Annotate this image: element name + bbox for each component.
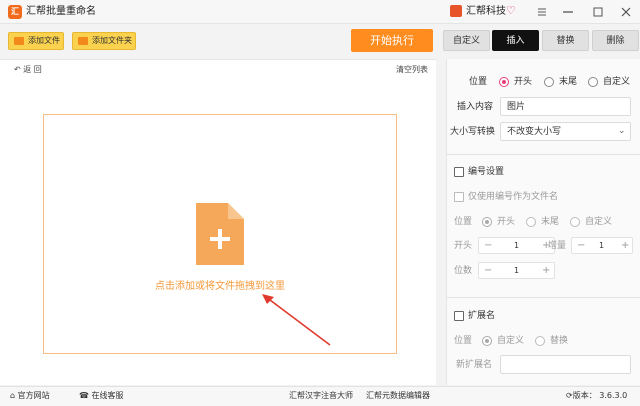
case-convert-select[interactable]: 不改变大小写 ⌄: [500, 122, 631, 141]
app-logo: 汇: [8, 5, 22, 19]
start-number-value: 1: [514, 241, 520, 250]
heart-icon[interactable]: ♡: [506, 3, 516, 19]
version-info: ⟳版本： 3.6.3.0: [566, 390, 627, 402]
pin-icon[interactable]: [560, 4, 576, 20]
increment-icon[interactable]: +: [621, 238, 629, 253]
decrement-icon[interactable]: −: [484, 238, 492, 253]
numbering-position-end-label: 末尾: [541, 217, 560, 227]
case-convert-value: 不改变大小写: [507, 127, 562, 137]
step-stepper[interactable]: − 1 +: [571, 237, 633, 254]
start-number-label: 开头: [454, 241, 473, 251]
numbering-position-custom-label: 自定义: [585, 217, 613, 227]
tab-custom[interactable]: 自定义: [443, 30, 490, 51]
refresh-icon[interactable]: ⟳: [566, 391, 573, 400]
add-folder-button[interactable]: 添加文件夹: [72, 32, 136, 50]
step-value: 1: [599, 241, 605, 250]
home-icon: ⌂: [10, 391, 18, 400]
start-button[interactable]: 开始执行: [351, 29, 433, 52]
support-link[interactable]: ☎ 在线客服: [79, 390, 124, 402]
metadata-tool-link[interactable]: 汇帮元数据编辑器: [366, 390, 430, 402]
add-file-icon: [14, 37, 24, 45]
numbering-position-start-label: 开头: [497, 217, 516, 227]
insert-content-value: 图片: [507, 102, 526, 112]
pointer-arrow-icon: [262, 294, 331, 346]
website-label: 官方网站: [17, 391, 50, 400]
back-button[interactable]: ↶ 返 回: [14, 64, 42, 76]
add-file-label: 添加文件: [28, 36, 60, 45]
tab-replace[interactable]: 替换: [542, 30, 589, 51]
maximize-button[interactable]: [590, 4, 606, 20]
close-button[interactable]: [618, 4, 634, 20]
start-number-stepper[interactable]: − 1 +: [478, 237, 555, 254]
extension-replace-radio[interactable]: [535, 336, 545, 346]
digits-value: 1: [514, 266, 520, 275]
brand-name[interactable]: 汇帮科技: [466, 5, 506, 19]
insert-position-label: 位置: [469, 77, 488, 87]
extension-custom-label: 自定义: [497, 336, 525, 346]
website-link[interactable]: ⌂ 官方网站: [10, 390, 50, 402]
tab-delete[interactable]: 删除: [592, 30, 639, 51]
insert-position-start-radio[interactable]: [499, 77, 509, 87]
insert-position-end-label: 末尾: [559, 77, 578, 87]
folder-icon: [78, 37, 88, 45]
drop-hint-text: 点击添加或将文件拖拽到这里: [155, 281, 285, 292]
numbering-position-start-radio[interactable]: [482, 217, 492, 227]
brand-logo-icon: [450, 5, 462, 17]
new-extension-input[interactable]: [500, 355, 631, 374]
only-number-label: 仅使用编号作为文件名: [468, 192, 559, 202]
extension-position-label: 位置: [454, 336, 473, 346]
divider: [446, 154, 640, 155]
extension-replace-label: 替换: [550, 336, 569, 346]
numbering-position-custom-radio[interactable]: [570, 217, 580, 227]
support-label: 在线客服: [91, 391, 124, 400]
numbering-label: 编号设置: [468, 167, 505, 177]
pinyin-tool-link[interactable]: 汇帮汉字注音大师: [289, 390, 353, 402]
extension-label: 扩展名: [468, 311, 496, 321]
case-convert-label: 大小写转换: [450, 127, 496, 137]
add-file-button[interactable]: 添加文件: [8, 32, 64, 50]
insert-position-custom-radio[interactable]: [588, 77, 598, 87]
support-icon: ☎: [79, 391, 92, 400]
decrement-icon[interactable]: −: [484, 263, 492, 278]
app-title: 汇帮批量重命名: [26, 6, 96, 17]
insert-position-end-radio[interactable]: [544, 77, 554, 87]
numbering-checkbox[interactable]: [454, 167, 464, 177]
numbering-position-end-radio[interactable]: [526, 217, 536, 227]
new-extension-label: 新扩展名: [456, 360, 493, 370]
numbering-position-label: 位置: [454, 217, 473, 227]
insert-content-label: 插入内容: [457, 102, 494, 112]
insert-position-start-label: 开头: [514, 77, 533, 87]
clear-list-button[interactable]: 清空列表: [396, 64, 428, 76]
add-file-large-icon[interactable]: [194, 201, 246, 267]
extension-custom-radio[interactable]: [482, 336, 492, 346]
add-folder-label: 添加文件夹: [92, 36, 132, 45]
step-label: 增量: [548, 241, 567, 251]
back-arrow-icon: ↶: [14, 65, 24, 74]
only-number-checkbox[interactable]: [454, 192, 464, 202]
increment-icon[interactable]: +: [542, 263, 550, 278]
extension-checkbox[interactable]: [454, 311, 464, 321]
tab-insert[interactable]: 插入: [492, 30, 539, 51]
divider: [446, 297, 640, 298]
menu-icon[interactable]: [534, 4, 550, 20]
back-label: 返 回: [23, 65, 42, 74]
version-label: 版本： 3.6.3.0: [572, 391, 628, 400]
digits-stepper[interactable]: − 1 +: [478, 262, 555, 279]
chevron-down-icon: ⌄: [618, 126, 626, 136]
insert-content-input[interactable]: 图片: [500, 97, 631, 116]
digits-label: 位数: [454, 266, 473, 276]
insert-position-custom-label: 自定义: [603, 77, 631, 87]
decrement-icon[interactable]: −: [577, 238, 585, 253]
